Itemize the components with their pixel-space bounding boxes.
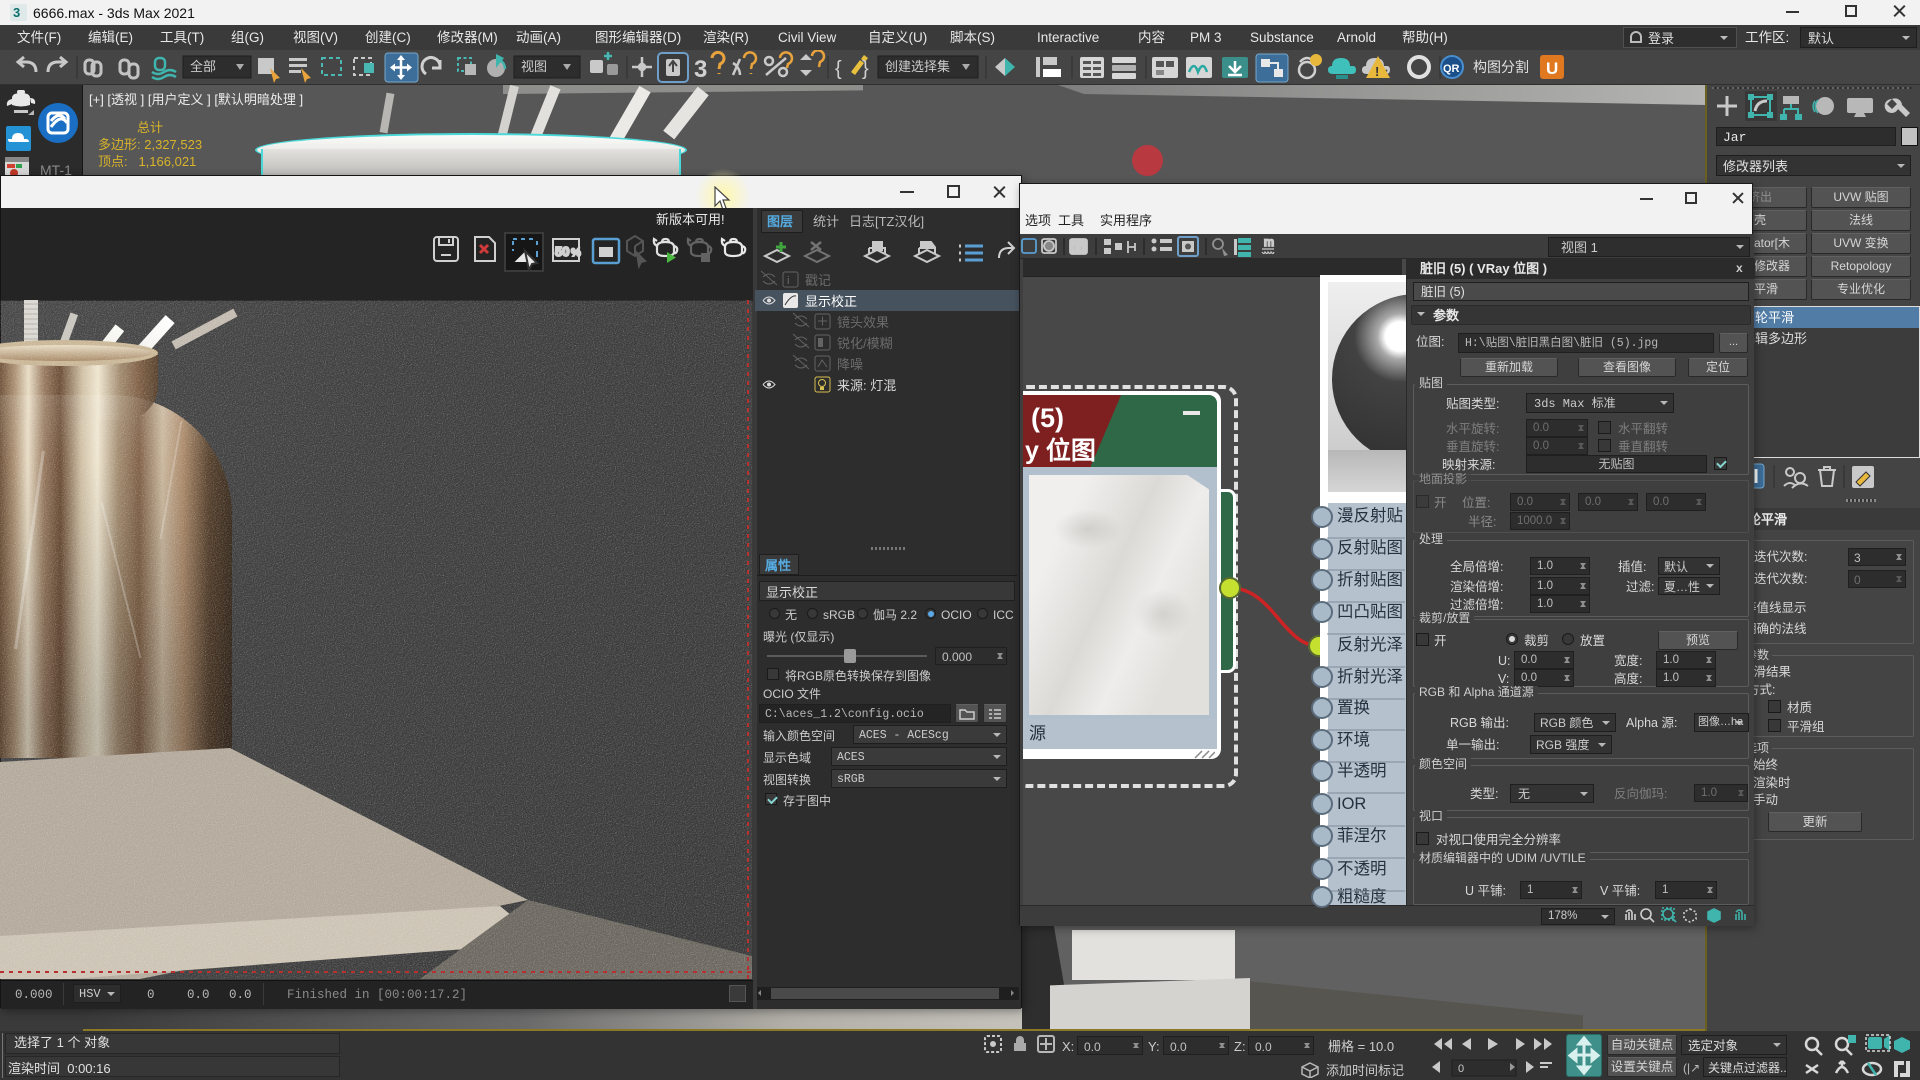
svg-text:U: U (1546, 59, 1558, 78)
svg-text:i: i (787, 275, 789, 287)
svg-text:锐化/模糊: 锐化/模糊 (837, 336, 893, 351)
svg-text:50: 50 (555, 244, 569, 259)
svg-text:来源: 灯混: 来源: 灯混 (837, 378, 896, 393)
svg-text:QR: QR (1443, 63, 1460, 75)
svg-text:3: 3 (694, 56, 707, 83)
svg-text:}: } (862, 58, 869, 80)
svg-text:%: % (571, 247, 581, 259)
svg-text:{: { (835, 58, 842, 80)
svg-text:m: m (1264, 235, 1274, 249)
svg-text:戳记: 戳记 (805, 273, 831, 288)
svg-text:创建选择集: 创建选择集 (885, 59, 950, 74)
svg-text:显示校正: 显示校正 (805, 294, 857, 309)
svg-text:!: ! (1375, 64, 1379, 79)
svg-text:镜头效果: 镜头效果 (837, 315, 889, 330)
svg-text:构图分割: 构图分割 (1473, 59, 1529, 75)
svg-text:O: O (1073, 240, 1083, 255)
svg-text:0: 0 (1458, 1063, 1464, 1075)
svg-text:视图: 视图 (521, 59, 547, 74)
svg-text:降噪: 降噪 (837, 357, 863, 372)
svg-text:全部: 全部 (190, 59, 216, 74)
